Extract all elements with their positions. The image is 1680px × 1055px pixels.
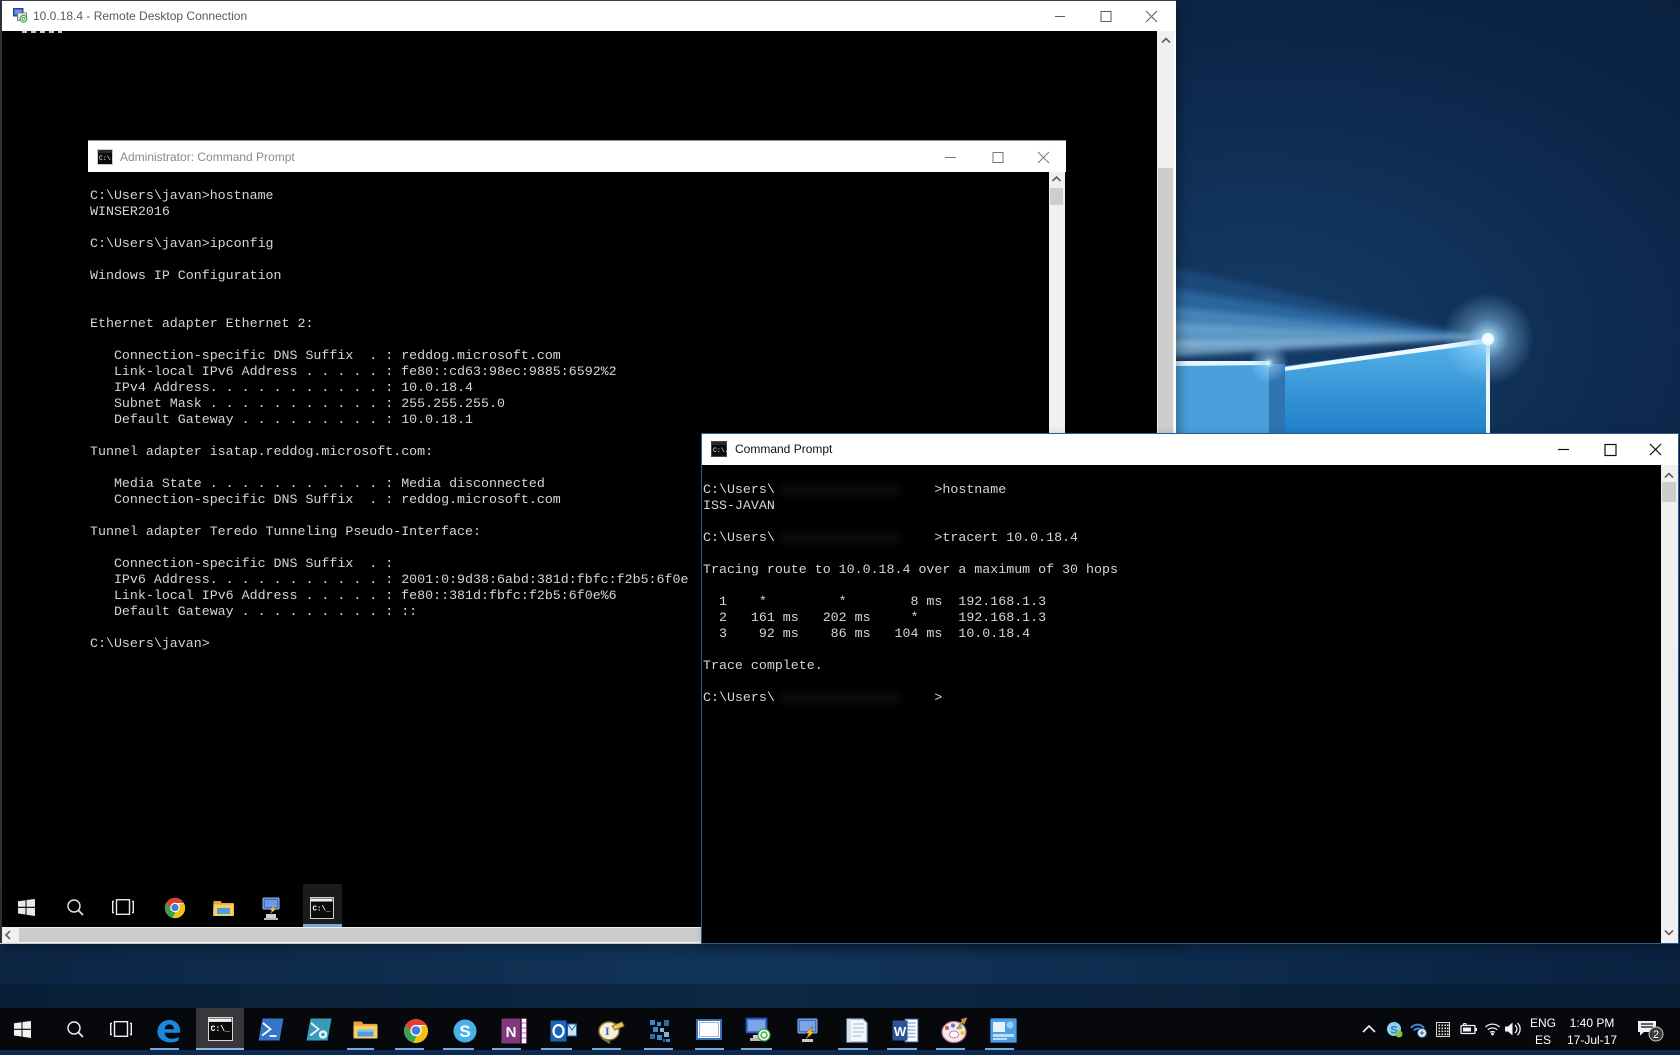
svg-text:N: N (506, 1024, 517, 1041)
svg-text:C:\_: C:\_ (313, 906, 332, 914)
svg-text:W: W (894, 1024, 907, 1039)
svg-text:I: I (605, 1024, 610, 1038)
svg-text:S: S (459, 1022, 470, 1041)
svg-text:C:\.: C:\. (713, 447, 727, 454)
svg-text:C:\.: C:\. (99, 155, 113, 162)
svg-text:2: 2 (1653, 1029, 1659, 1041)
svg-text:C:\_: C:\_ (211, 1025, 230, 1034)
